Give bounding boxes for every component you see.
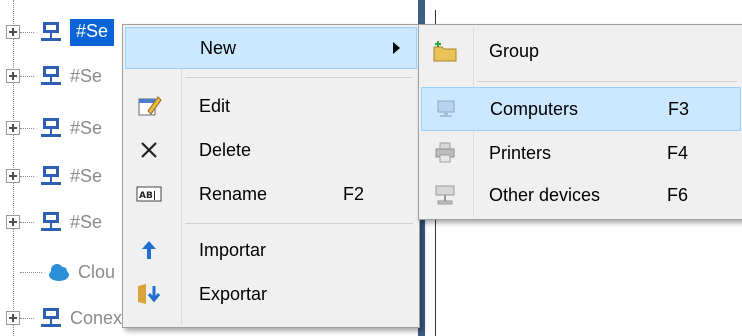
tree-node-label: #Se (70, 18, 115, 46)
printer-icon (431, 139, 459, 167)
menu-item-edit[interactable]: Edit (125, 85, 417, 127)
submenu-arrow-icon (393, 42, 400, 54)
menu-item-label: Importar (199, 239, 267, 260)
tree-node-label: #Se (70, 65, 103, 86)
tree-node-label: #Se (70, 117, 103, 138)
export-icon (135, 280, 163, 308)
tree-connector (20, 175, 34, 177)
tree-node-label: #Se (70, 165, 103, 186)
expand-icon[interactable] (6, 25, 20, 39)
computer-icon (432, 95, 460, 123)
device-icon (431, 181, 459, 209)
expand-icon[interactable] (6, 69, 20, 83)
rename-icon: AB| (135, 180, 163, 208)
edit-icon (135, 92, 163, 120)
tree-node-cloud[interactable]: Clou (20, 256, 115, 288)
cloud-icon (49, 264, 69, 281)
menu-item-rename[interactable]: AB| Rename F2 (125, 173, 417, 215)
network-icon (41, 66, 61, 85)
tree-connector (20, 31, 34, 33)
menu-item-label: Delete (199, 139, 252, 160)
tree-connector (20, 221, 34, 223)
menu-separator (185, 77, 413, 78)
tree-node-server-3[interactable]: #Se (6, 112, 102, 144)
submenu-item-computers[interactable]: Computers F3 (421, 87, 741, 131)
network-icon (41, 308, 61, 327)
menu-item-exportar[interactable]: Exportar (125, 273, 417, 315)
submenu-item-printers[interactable]: Printers F4 (421, 131, 741, 175)
arrow-up-icon (135, 236, 163, 264)
expand-icon[interactable] (6, 121, 20, 135)
expand-icon[interactable] (6, 311, 20, 325)
menu-item-label: Rename (199, 183, 268, 204)
tree-connector (20, 317, 34, 319)
context-menu: New Edit Delete AB| Rename F2 Importar E… (122, 24, 420, 328)
network-icon (41, 166, 61, 185)
menu-separator (477, 81, 737, 82)
menu-item-label: Edit (199, 95, 231, 116)
new-submenu: Group Computers F3 Printers F4 Other dev… (418, 24, 742, 220)
submenu-item-group[interactable]: Group (421, 29, 741, 73)
folder-new-icon (431, 37, 459, 65)
network-icon (41, 22, 61, 41)
tree-connector (20, 271, 42, 273)
menu-item-delete[interactable]: Delete (125, 129, 417, 171)
tree-node-server-1[interactable]: #Se (6, 16, 115, 48)
menu-item-label: Exportar (199, 283, 268, 304)
tree-node-label: #Se (70, 211, 103, 232)
tree-connector (20, 75, 34, 77)
expand-icon[interactable] (6, 215, 20, 229)
network-icon (41, 212, 61, 231)
svg-text:AB|: AB| (139, 191, 156, 201)
menu-item-label: Printers (489, 142, 552, 163)
tree-connector (20, 127, 34, 129)
menu-item-shortcut: F4 (667, 142, 689, 163)
menu-separator (185, 223, 413, 224)
network-icon (41, 118, 61, 137)
x-icon (135, 136, 163, 164)
menu-item-shortcut: F3 (668, 98, 690, 119)
menu-item-label: Other devices (489, 184, 601, 205)
menu-item-shortcut: F6 (667, 184, 689, 205)
submenu-item-other-devices[interactable]: Other devices F6 (421, 173, 741, 217)
menu-item-label: New (200, 37, 237, 58)
menu-item-new[interactable]: New (125, 27, 417, 69)
expand-icon[interactable] (6, 169, 20, 183)
menu-item-shortcut: F2 (343, 183, 365, 204)
menu-item-importar[interactable]: Importar (125, 229, 417, 271)
menu-item-label: Group (489, 40, 540, 61)
tree-node-server-5[interactable]: #Se (6, 206, 102, 238)
tree-node-label: Clou (78, 261, 116, 282)
tree-node-server-4[interactable]: #Se (6, 160, 102, 192)
tree-node-server-2[interactable]: #Se (6, 60, 102, 92)
menu-item-label: Computers (490, 98, 579, 119)
